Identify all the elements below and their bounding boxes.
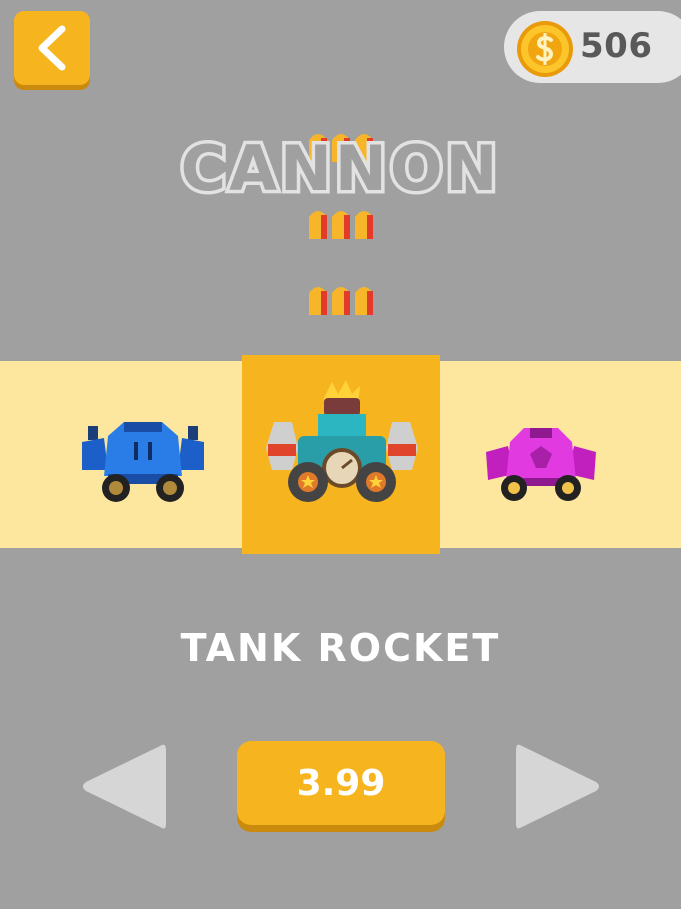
back-button[interactable]: [14, 11, 90, 85]
blue-tank-icon[interactable]: [78, 416, 208, 504]
coin-icon: [517, 21, 573, 77]
bullet-icon: [309, 211, 373, 239]
triangle-left-icon[interactable]: [80, 740, 166, 833]
pink-car-icon[interactable]: [480, 424, 602, 504]
triangle-right-icon[interactable]: [516, 740, 602, 833]
weapon-title: CANNON: [177, 129, 501, 209]
tank-rocket-icon[interactable]: [262, 378, 422, 508]
bullet-icon: [309, 287, 373, 315]
price-label: 3.99: [296, 762, 386, 804]
vehicle-name: TANK ROCKET: [180, 626, 501, 670]
coin-count: 506: [580, 26, 653, 66]
chevron-left-icon: [38, 25, 66, 71]
buy-button[interactable]: 3.99: [237, 741, 445, 825]
